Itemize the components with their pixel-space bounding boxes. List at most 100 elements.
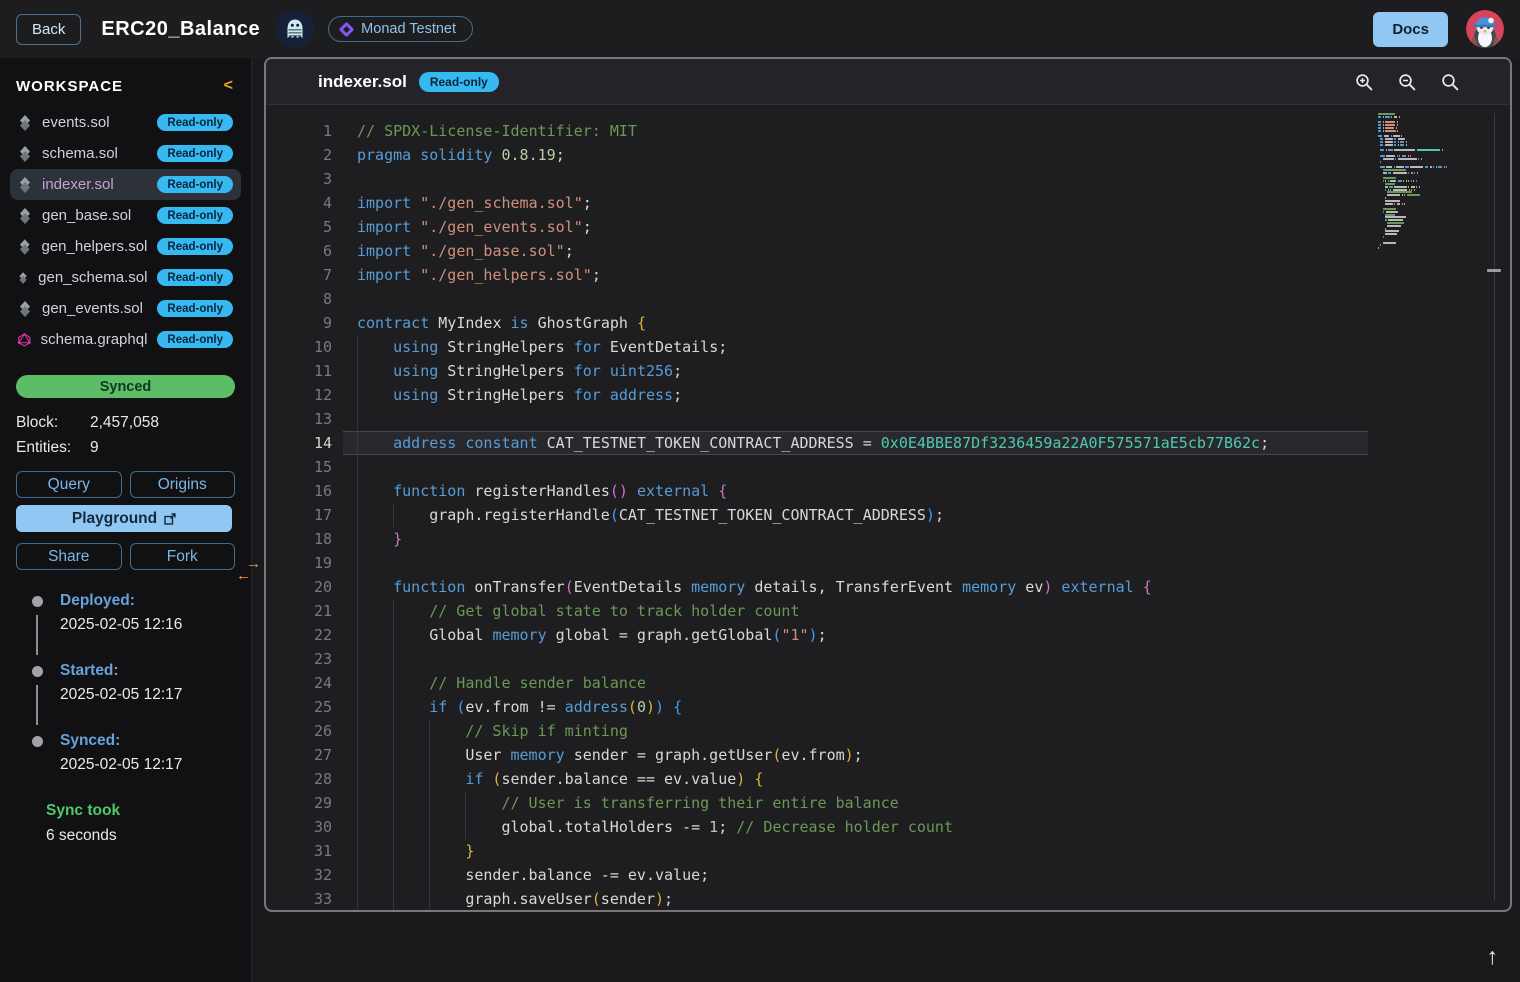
line-number: 4 [266, 191, 332, 215]
code-line: 18} [266, 527, 1510, 551]
code-line: 21// Get global state to track holder co… [266, 599, 1510, 623]
timeline-event: Synced:2025-02-05 12:17 [0, 732, 251, 802]
entities-label: Entities: [16, 439, 90, 457]
line-number: 9 [266, 311, 332, 335]
line-number: 19 [266, 551, 332, 575]
line-number: 14 [266, 431, 332, 455]
line-number: 16 [266, 479, 332, 503]
line-number: 5 [266, 215, 332, 239]
panel-resize-handle-icon[interactable]: →← [236, 558, 261, 582]
code-line: 12using StringHelpers for address; [266, 383, 1510, 407]
playground-button[interactable]: Playground [16, 505, 232, 532]
code-lines: 1// SPDX-License-Identifier: MIT2pragma … [266, 119, 1510, 911]
readonly-badge: Read-only [157, 114, 233, 131]
scroll-top-icon[interactable]: ↑ [1487, 945, 1499, 968]
solidity-file-icon [18, 270, 28, 286]
sidebar-item-gen_helpers.sol[interactable]: gen_helpers.solRead-only [10, 231, 241, 262]
back-button[interactable]: Back [16, 14, 81, 45]
code-line: 15 [266, 455, 1510, 479]
line-number: 28 [266, 767, 332, 791]
sidebar-item-gen_schema.sol[interactable]: gen_schema.solRead-only [10, 262, 241, 293]
code-line: 11using StringHelpers for uint256; [266, 359, 1510, 383]
monad-diamond-icon [339, 21, 355, 37]
timeline-event: Started: 2025-02-05 12:17 [0, 662, 251, 732]
sidebar-item-gen_events.sol[interactable]: gen_events.solRead-only [10, 293, 241, 324]
workspace-heading: WORKSPACE [16, 78, 123, 95]
line-number: 30 [266, 815, 332, 839]
readonly-badge: Read-only [157, 207, 233, 224]
code-line: 8 [266, 287, 1510, 311]
code-line: 4import "./gen_schema.sol"; [266, 191, 1510, 215]
timeline-label: Started: [60, 662, 251, 680]
docs-button[interactable]: Docs [1373, 12, 1448, 47]
sidebar-item-events.sol[interactable]: events.solRead-only [10, 107, 241, 138]
code-line: 3 [266, 167, 1510, 191]
code-line: 31} [266, 839, 1510, 863]
line-number: 13 [266, 407, 332, 431]
line-number: 23 [266, 647, 332, 671]
code-line: 30global.totalHolders -= 1; // Decrease … [266, 815, 1510, 839]
sync-took-value: 6 seconds [46, 827, 251, 845]
avatar[interactable] [1466, 10, 1504, 48]
project-title: ERC20_Balance [101, 18, 260, 41]
readonly-badge: Read-only [157, 238, 233, 255]
line-number: 2 [266, 143, 332, 167]
file-list: events.solRead-onlyschema.solRead-onlyin… [0, 105, 251, 357]
sidebar-item-schema.sol[interactable]: schema.solRead-only [10, 138, 241, 169]
line-number: 29 [266, 791, 332, 815]
file-name: schema.sol [42, 145, 118, 162]
file-name: gen_events.sol [42, 300, 143, 317]
code-line: 16function registerHandles() external { [266, 479, 1510, 503]
line-number: 24 [266, 671, 332, 695]
file-name: gen_schema.sol [38, 269, 147, 286]
sync-status-badge: Synced [16, 375, 235, 398]
solidity-file-icon [18, 239, 31, 255]
zoom-out-icon[interactable] [1398, 73, 1417, 92]
network-badge[interactable]: Monad Testnet [328, 16, 473, 42]
timeline-label: Deployed: [60, 592, 251, 610]
line-number: 15 [266, 455, 332, 479]
line-number: 11 [266, 359, 332, 383]
search-icon[interactable] [1441, 73, 1460, 92]
solidity-file-icon [18, 177, 32, 193]
query-button[interactable]: Query [16, 471, 122, 498]
timeline-dot-icon [32, 596, 43, 607]
timeline-label: Synced: [60, 732, 251, 750]
solidity-file-icon [18, 115, 32, 131]
scrollbar-track [1494, 113, 1495, 900]
line-number: 25 [266, 695, 332, 719]
editor-panel: indexer.sol Read-only [264, 57, 1512, 912]
timeline-date: 2025-02-05 12:17 [60, 686, 251, 704]
line-number: 18 [266, 527, 332, 551]
code-line: 23 [266, 647, 1510, 671]
timeline-date: 2025-02-05 12:16 [60, 616, 251, 634]
code-editor[interactable]: 1// SPDX-License-Identifier: MIT2pragma … [266, 106, 1510, 910]
solidity-file-icon [18, 208, 32, 224]
timeline-dot-icon [32, 736, 43, 747]
line-number: 22 [266, 623, 332, 647]
code-line: 27User memory sender = graph.getUser(ev.… [266, 743, 1510, 767]
sidebar-item-indexer.sol[interactable]: indexer.solRead-only [10, 169, 241, 200]
zoom-in-icon[interactable] [1355, 73, 1374, 92]
code-line: 33graph.saveUser(sender); [266, 887, 1510, 911]
ghost-logo-icon [276, 10, 314, 48]
editor-header: indexer.sol Read-only [266, 59, 1510, 105]
collapse-chevron-icon[interactable]: < [224, 77, 233, 95]
entities-value: 9 [90, 439, 99, 457]
code-line: 22Global memory global = graph.getGlobal… [266, 623, 1510, 647]
file-name: gen_base.sol [42, 207, 131, 224]
origins-button[interactable]: Origins [130, 471, 236, 498]
editor-readonly-badge: Read-only [419, 72, 499, 92]
scrollbar-thumb[interactable] [1487, 269, 1501, 272]
sidebar-item-schema.graphql[interactable]: schema.graphqlRead-only [10, 324, 241, 355]
code-line: 1// SPDX-License-Identifier: MIT [266, 119, 1510, 143]
block-value: 2,457,058 [90, 414, 159, 432]
minimap[interactable] [1378, 113, 1488, 250]
sidebar-item-gen_base.sol[interactable]: gen_base.sol Read-only [10, 200, 241, 231]
line-number: 32 [266, 863, 332, 887]
share-button[interactable]: Share [16, 543, 122, 570]
fork-button[interactable]: Fork [130, 543, 236, 570]
line-number: 17 [266, 503, 332, 527]
block-label: Block: [16, 414, 90, 432]
code-line: 19 [266, 551, 1510, 575]
